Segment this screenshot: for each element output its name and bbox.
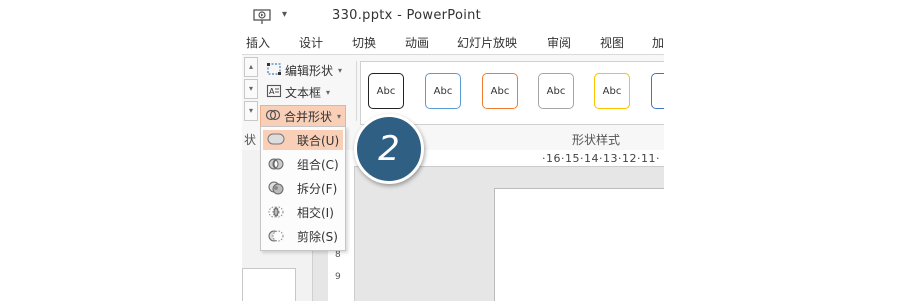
shapes-gallery-scroll: ▴ ▾ ▾ (244, 57, 258, 121)
slide-thumbnail[interactable] (242, 268, 296, 301)
edit-shape-icon (266, 61, 282, 80)
shape-style-swatch[interactable]: Abc (368, 73, 404, 109)
window-title: 330.pptx - PowerPoint (332, 8, 482, 23)
qat-customize-arrow[interactable]: ▾ (282, 9, 287, 20)
subtract-icon (267, 227, 285, 245)
ruler-tick-label: 8 (335, 250, 341, 260)
tab-addins-partial[interactable]: 加 (652, 34, 664, 51)
chevron-down-icon: ▾ (326, 87, 331, 97)
combine-icon (267, 155, 285, 173)
shape-style-swatch[interactable]: Abc (594, 73, 630, 109)
shape-styles-gallery: Abc Abc Abc Abc Abc A (360, 61, 664, 125)
menu-item-label: 联合(U) (297, 133, 340, 148)
ruler-tick-label: 9 (335, 272, 341, 282)
ribbon-divider (356, 61, 357, 121)
slideshow-from-start-icon[interactable] (252, 7, 274, 25)
shape-style-swatch[interactable]: A (651, 73, 664, 109)
fragment-icon (267, 179, 285, 197)
gallery-scroll-down[interactable]: ▾ (244, 79, 258, 99)
menu-item-label: 组合(C) (297, 157, 339, 172)
menu-item-fragment[interactable]: 拆分(F) (263, 178, 343, 198)
shape-style-swatch[interactable]: Abc (425, 73, 461, 109)
shape-style-swatch[interactable]: Abc (538, 73, 574, 109)
menu-item-label: 剪除(S) (297, 229, 338, 244)
tab-animations[interactable]: 动画 (405, 34, 429, 51)
shape-style-swatch[interactable]: Abc (482, 73, 518, 109)
menu-item-union[interactable]: 联合(U) (263, 130, 343, 150)
edit-shape-label: 编辑形状 (285, 63, 334, 78)
menu-item-combine[interactable]: 组合(C) (263, 154, 343, 174)
merge-shapes-menu: 联合(U) 组合(C) 拆分(F) 相交(I) 剪除(S) (260, 126, 346, 251)
step-number-badge: 2 (354, 114, 424, 184)
textbox-label: 文本框 (285, 85, 322, 100)
chevron-down-icon: ▾ (337, 111, 342, 121)
ruler-numbers: ·16·15·14·13·12·11· (542, 152, 660, 165)
gallery-scroll-up[interactable]: ▴ (244, 57, 258, 77)
group-label-shape-styles: 形状样式 (572, 133, 621, 147)
intersect-icon (267, 203, 285, 221)
title-bar: ▾ 330.pptx - PowerPoint (242, 0, 664, 32)
tab-review[interactable]: 审阅 (547, 34, 571, 51)
menu-item-label: 相交(I) (297, 205, 334, 220)
textbox-icon: A (266, 83, 282, 102)
edit-shape-button[interactable]: 编辑形状 ▾ (262, 60, 346, 80)
menu-item-intersect[interactable]: 相交(I) (263, 202, 343, 222)
tab-design[interactable]: 设计 (299, 34, 323, 51)
menu-item-label: 拆分(F) (297, 181, 338, 196)
tab-insert[interactable]: 插入 (246, 34, 270, 51)
ribbon-tabs: 插入 设计 切换 动画 幻灯片放映 审阅 视图 加 (242, 32, 664, 54)
gallery-expand[interactable]: ▾ (244, 101, 258, 121)
menu-item-subtract[interactable]: 剪除(S) (263, 226, 343, 246)
merge-shapes-label: 合并形状 (284, 109, 333, 124)
tab-view[interactable]: 视图 (600, 34, 624, 51)
merge-shapes-icon (265, 107, 281, 126)
slide-canvas[interactable] (494, 188, 664, 301)
tab-transitions[interactable]: 切换 (352, 34, 376, 51)
merge-shapes-button[interactable]: 合并形状 ▾ (260, 105, 347, 127)
union-icon (267, 131, 285, 149)
tab-slideshow[interactable]: 幻灯片放映 (457, 34, 517, 51)
svg-text:A: A (269, 87, 275, 96)
chevron-down-icon: ▾ (338, 65, 343, 75)
group-label-shapes: 状 (244, 133, 257, 147)
textbox-button[interactable]: A 文本框 ▾ (262, 82, 334, 102)
